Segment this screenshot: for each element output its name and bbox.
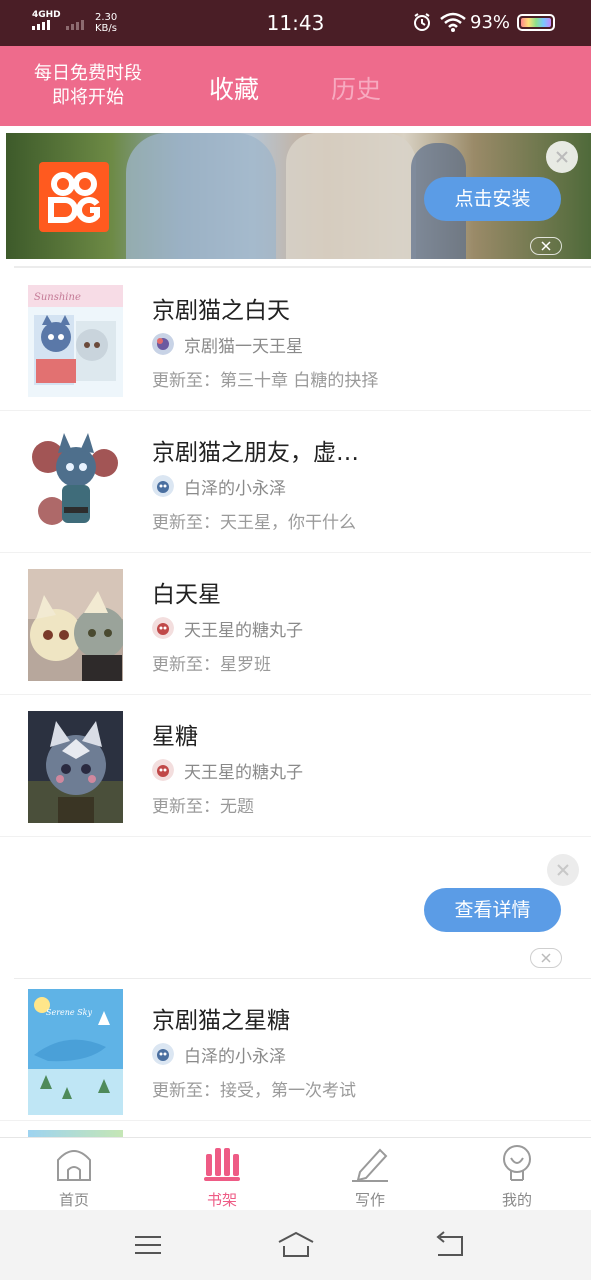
promo-line-2: 即将开始 (52, 87, 124, 108)
nav-bookshelf-label: 书架 (206, 1191, 237, 1209)
ad-photo-figure (286, 133, 416, 259)
book-cover (28, 427, 123, 539)
author-name: 天王星的糖丸子 (184, 621, 303, 641)
book-item[interactable]: 京剧猫之朋友，虚… 白泽的小永泽 更新至：天王星，你干什么 (0, 411, 591, 553)
home-system-icon[interactable] (276, 1228, 316, 1262)
book-item[interactable]: Sunshine 京剧猫之白天 京剧猫一天王星 更新至：第三十章 白糖的抉择 (0, 269, 591, 411)
author-avatar (152, 333, 174, 355)
ad-photo-figure (126, 133, 276, 259)
book-item[interactable]: Serene Sky 京剧猫之星糖 白泽的小永泽 更新至：接受，第一次考试 (0, 979, 591, 1121)
bookshelf-icon (204, 1148, 240, 1181)
nav-bookshelf[interactable]: 书架 (148, 1138, 296, 1211)
alarm-icon (414, 13, 430, 31)
latest-chapter: 更新至：第三十章 白糖的抉择 (152, 371, 379, 391)
author-avatar (152, 759, 174, 781)
nav-home[interactable]: 首页 (0, 1138, 148, 1211)
tab-favorites[interactable]: 收藏 (209, 70, 259, 106)
install-button[interactable]: 点击安装 (424, 177, 561, 221)
book-cover (28, 711, 123, 823)
app-logo-icon (39, 162, 109, 232)
latest-chapter: 更新至：无题 (152, 797, 254, 817)
author-name: 京剧猫一天王星 (184, 337, 303, 357)
ad-dismiss-icon[interactable] (530, 948, 562, 968)
book-title: 京剧猫之朋友，虚… (152, 440, 359, 466)
home-icon (57, 1150, 91, 1181)
latest-chapter: 更新至：星罗班 (152, 655, 271, 675)
nav-profile-label: 我的 (501, 1191, 532, 1209)
back-icon[interactable] (430, 1228, 470, 1262)
book-item[interactable]: 星糖 天王星的糖丸子 更新至：无题 (0, 695, 591, 837)
book-cover (28, 569, 123, 681)
profile-icon (503, 1145, 531, 1181)
inline-ad[interactable]: 查看详情 (0, 837, 591, 979)
author-avatar (152, 475, 174, 497)
cover-text: Serene Sky (46, 1008, 93, 1017)
book-title: 京剧猫之星糖 (152, 1008, 290, 1034)
system-nav-bar (0, 1210, 591, 1280)
book-cover: Sunshine (28, 285, 123, 397)
close-icon[interactable] (546, 141, 578, 173)
book-item[interactable]: 白天星 天王星的糖丸子 更新至：星罗班 (0, 553, 591, 695)
author-name: 天王星的糖丸子 (184, 763, 303, 783)
book-cover: Serene Sky (28, 989, 123, 1115)
book-title: 白天星 (152, 582, 221, 608)
menu-icon[interactable] (128, 1228, 168, 1262)
status-bar: 4GHD 2.30 KB/s 11:43 93% (0, 0, 591, 46)
battery-icon (517, 14, 555, 31)
nav-write-label: 写作 (354, 1191, 385, 1209)
battery-percent: 93% (470, 12, 511, 33)
wifi-icon (440, 12, 466, 32)
nav-write[interactable]: 写作 (296, 1138, 444, 1211)
free-period-banner[interactable]: 每日免费时段 即将开始 (18, 62, 158, 110)
author-avatar (152, 1043, 174, 1065)
author-name: 白泽的小永泽 (184, 1047, 286, 1067)
tab-history[interactable]: 历史 (331, 70, 381, 106)
view-details-button[interactable]: 查看详情 (424, 888, 561, 932)
bottom-nav: 首页 书架 写作 我的 (0, 1137, 591, 1210)
book-title: 京剧猫之白天 (152, 298, 290, 324)
pencil-icon (352, 1148, 388, 1182)
cover-text: Sunshine (34, 292, 81, 303)
promo-line-1: 每日免费时段 (34, 63, 142, 84)
ad-dismiss-icon[interactable] (530, 237, 562, 255)
book-title: 星糖 (152, 724, 198, 750)
author-avatar (152, 617, 174, 639)
divider (14, 266, 591, 268)
latest-chapter: 更新至：接受，第一次考试 (152, 1081, 356, 1101)
ad-banner[interactable]: 点击安装 (6, 133, 591, 259)
nav-home-label: 首页 (58, 1191, 89, 1209)
author-name: 白泽的小永泽 (184, 479, 286, 499)
top-header: 每日免费时段 即将开始 收藏 历史 (0, 46, 591, 126)
latest-chapter: 更新至：天王星，你干什么 (152, 513, 356, 533)
close-icon[interactable] (547, 854, 579, 886)
nav-profile[interactable]: 我的 (443, 1138, 591, 1211)
app-screen: 4GHD 2.30 KB/s 11:43 93% 每日免费时段 即将开始 收藏 … (0, 0, 591, 1280)
